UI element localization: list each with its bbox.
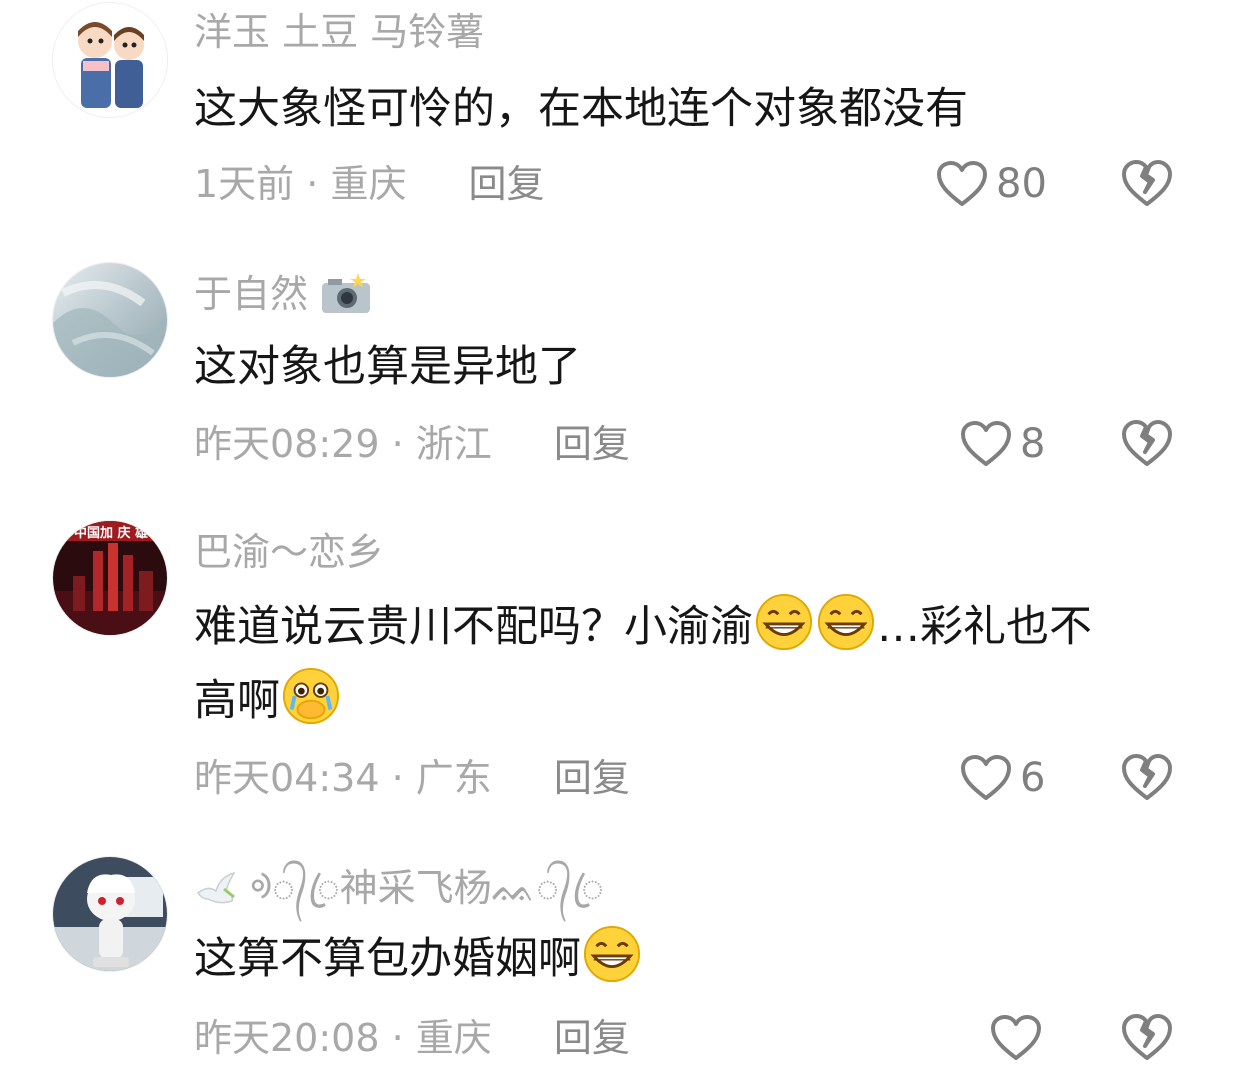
username[interactable]: ᢀ᭄ꦿ神采飞杨ᨐ᭄ꦿ [194,864,604,912]
heart-icon [961,755,1011,800]
comment-time: 1天前 [194,162,295,206]
comment-text: 这算不算包办婚姻啊 [194,922,1184,996]
camera-flash-icon [322,273,371,313]
username[interactable]: 洋玉 土豆 马铃薯 [194,8,484,56]
grin-emoji-icon [583,925,641,983]
avatar[interactable] [52,856,168,972]
like-button[interactable] [990,1010,1050,1066]
comment-time: 昨天04:34 [194,756,380,800]
dislike-broken-heart-icon[interactable] [1120,416,1174,470]
username-text: 于自然 [194,272,309,316]
meta-separator: · [379,422,416,466]
comment-location: 浙江 [415,422,492,466]
heart-icon [961,421,1011,466]
comment-text-part: 这算不算包办婚姻啊 [194,934,581,984]
avatar-text: 中国加 庆 雄 [74,525,148,541]
comment-time: 昨天20:08 [194,1016,380,1060]
dove-icon [196,871,236,904]
like-count: 8 [1020,421,1046,467]
city-night-avatar-icon: 中国加 庆 雄 [53,521,167,635]
avatar[interactable] [52,262,168,378]
dislike-broken-heart-icon[interactable] [1120,1010,1174,1064]
heart-icon [937,161,987,206]
comment-text-part: 这对象也算是异地了 [194,342,581,392]
comment-text-part: 这大象怪可怜的，在本地连个对象都没有 [194,84,968,134]
comment-time: 昨天08:29 [194,422,380,466]
avatar[interactable]: 中国加 庆 雄 [52,520,168,636]
username-text: ᢀ᭄ꦿ神采飞杨ᨐ᭄ꦿ [250,866,604,910]
comment-meta: 昨天08:29 · 浙江 回复 [194,420,630,468]
comment-text-part: 高啊 [194,676,280,726]
comment-text: 这对象也算是异地了 [194,330,1184,404]
avatar[interactable] [52,2,168,118]
meta-separator: · [294,162,331,206]
reply-button[interactable]: 回复 [554,422,630,466]
reply-button[interactable]: 回复 [554,1016,630,1060]
comment-meta: 昨天04:34 · 广东 回复 [194,754,630,802]
like-button[interactable]: 8 [960,416,1045,472]
comment-text-part: …彩礼也不 [877,602,1092,652]
comment-text-part: 难道说云贵川不配吗？小渝渝 [194,602,753,652]
dislike-broken-heart-icon[interactable] [1120,750,1174,804]
username[interactable]: 于自然 [194,270,372,318]
heart-icon [991,1015,1041,1060]
like-count: 6 [1020,755,1046,801]
blurred-photo-avatar-icon [53,263,167,377]
meta-separator: · [379,756,416,800]
cartoon-kids-avatar-icon [53,3,167,117]
reply-button[interactable]: 回复 [469,162,545,206]
like-button[interactable]: 80 [936,156,1047,212]
like-button[interactable]: 6 [960,750,1045,806]
comment-text: 难道说云贵川不配吗？小渝渝 …彩礼也不 高啊 [194,590,1184,738]
comment-meta: 1天前 · 重庆 回复 [194,160,545,208]
comment-location: 重庆 [415,1016,492,1060]
like-count: 80 [996,161,1047,207]
comment-meta: 昨天20:08 · 重庆 回复 [194,1014,630,1062]
meta-separator: · [379,1016,416,1060]
grin-emoji-icon [817,593,875,651]
grin-emoji-icon [755,593,813,651]
white-figure-avatar-icon [53,857,167,971]
comment-text: 这大象怪可怜的，在本地连个对象都没有 [194,72,1184,146]
username[interactable]: 巴渝～恋乡 [194,528,384,576]
dislike-broken-heart-icon[interactable] [1120,156,1174,210]
reply-button[interactable]: 回复 [554,756,630,800]
comment-location: 广东 [415,756,492,800]
comment-location: 重庆 [330,162,407,206]
crying-cover-mouth-emoji-icon [282,667,340,725]
